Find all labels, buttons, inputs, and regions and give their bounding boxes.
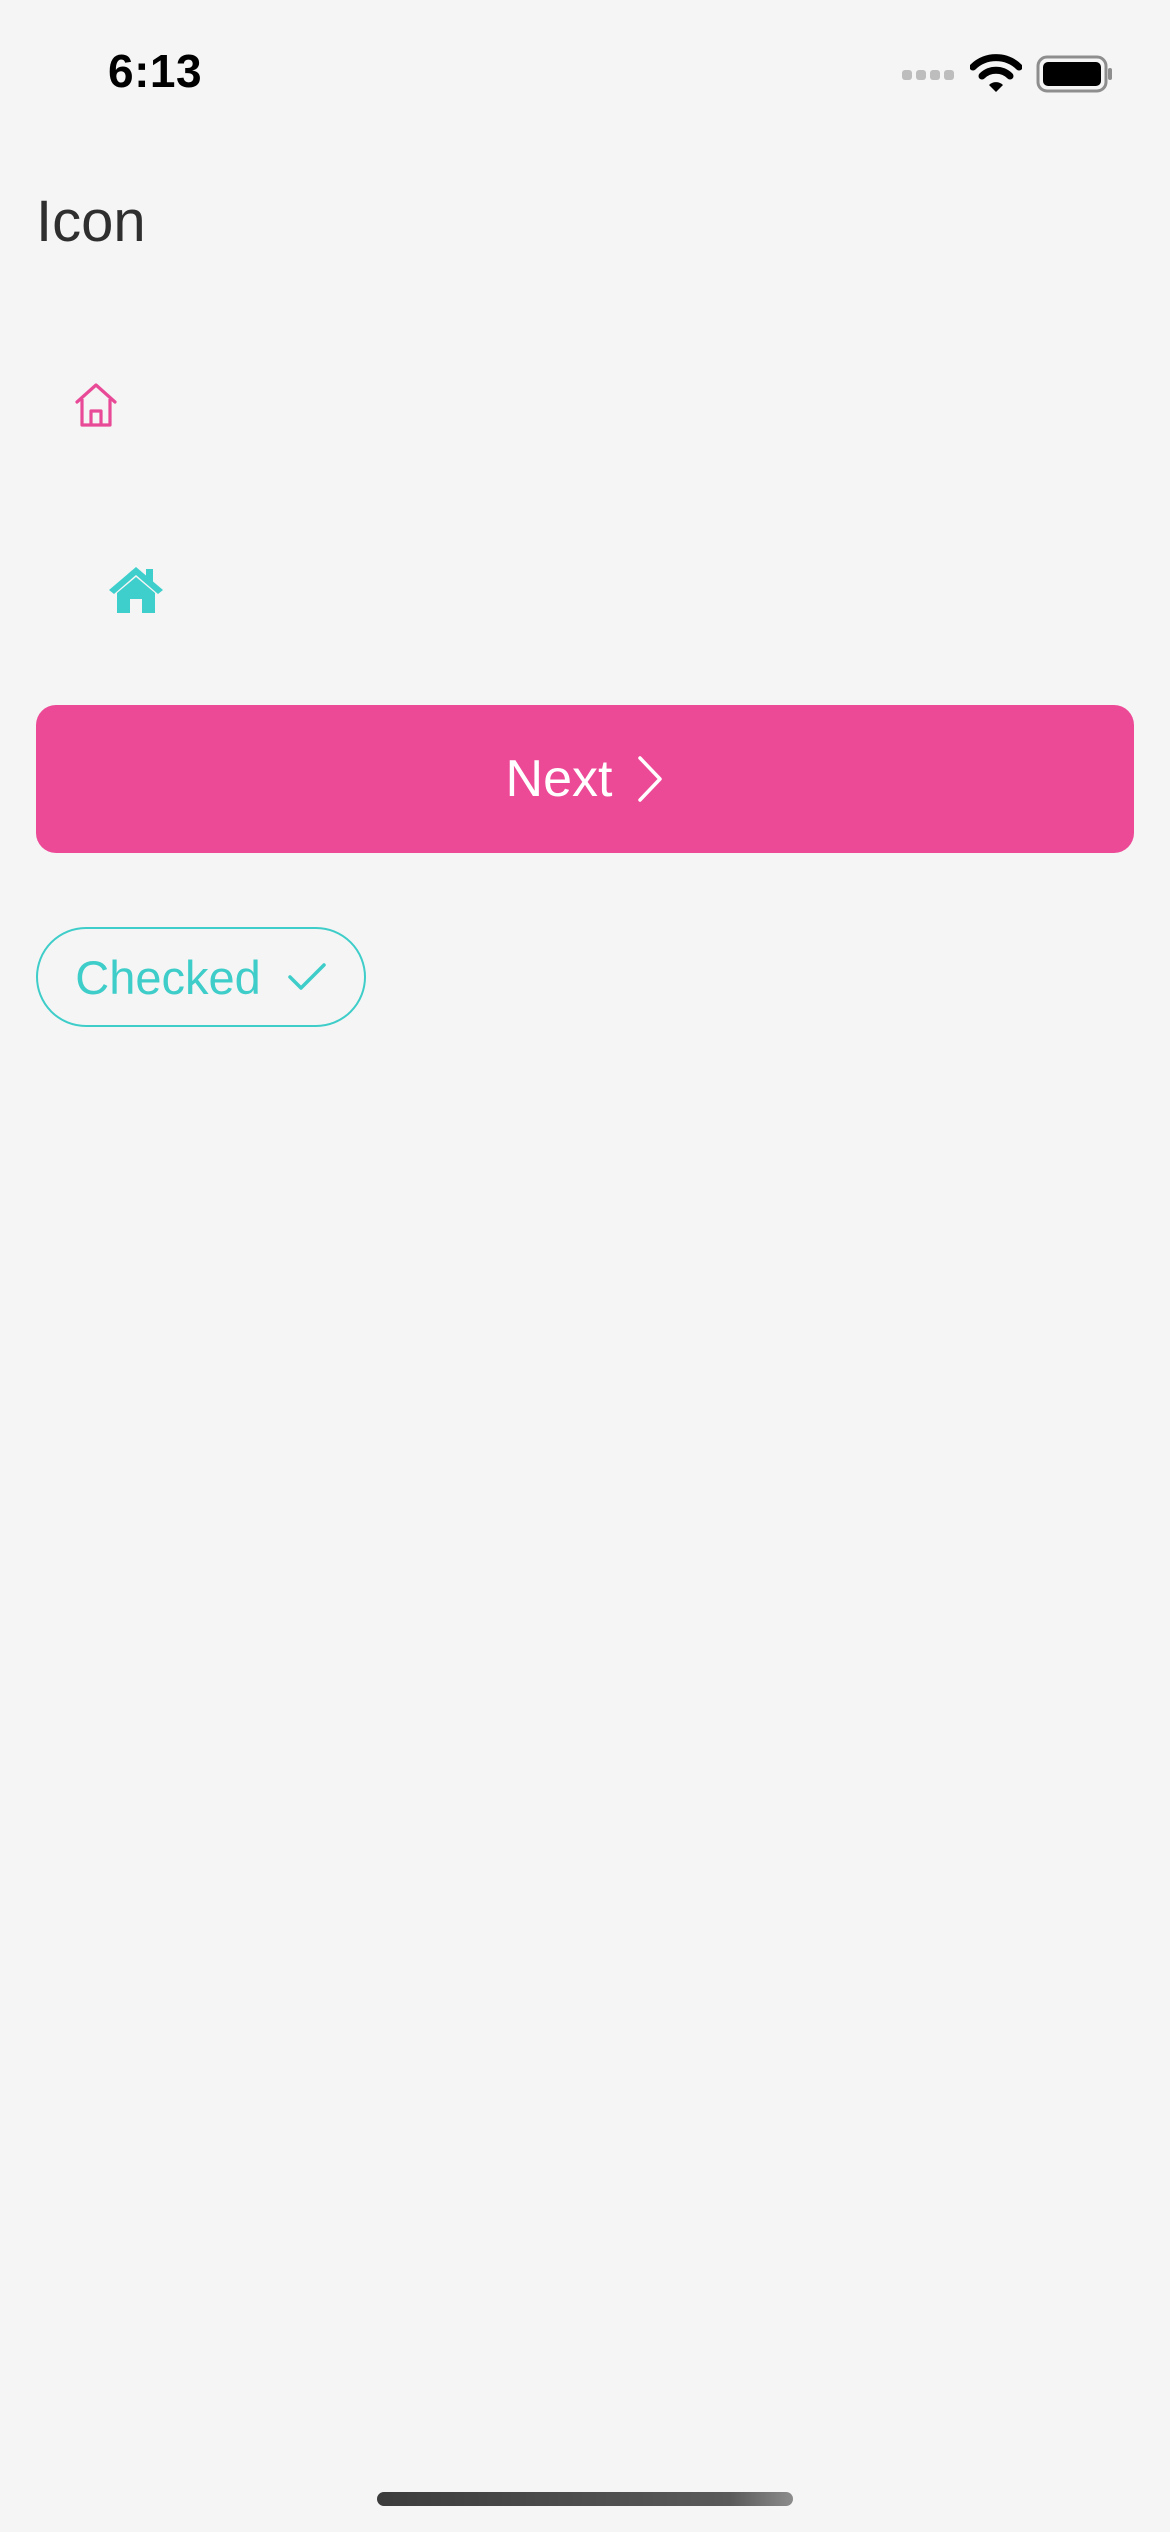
chevron-right-icon [638, 756, 663, 802]
wifi-icon [970, 54, 1022, 92]
cellular-signal-icon [902, 70, 954, 80]
battery-icon [1036, 55, 1112, 93]
checkmark-icon [288, 963, 326, 990]
home-filled-icon [109, 567, 163, 613]
checked-button-label: Checked [75, 950, 261, 1004]
next-button-label: Next [505, 750, 613, 808]
home-indicator[interactable] [377, 2492, 793, 2506]
status-indicators [902, 54, 1114, 94]
checked-button[interactable]: Checked [36, 927, 366, 1027]
home-outline-icon [75, 383, 117, 427]
next-button[interactable]: Next [36, 705, 1134, 853]
page-title: Icon [36, 189, 146, 254]
status-time: 6:13 [108, 45, 203, 97]
